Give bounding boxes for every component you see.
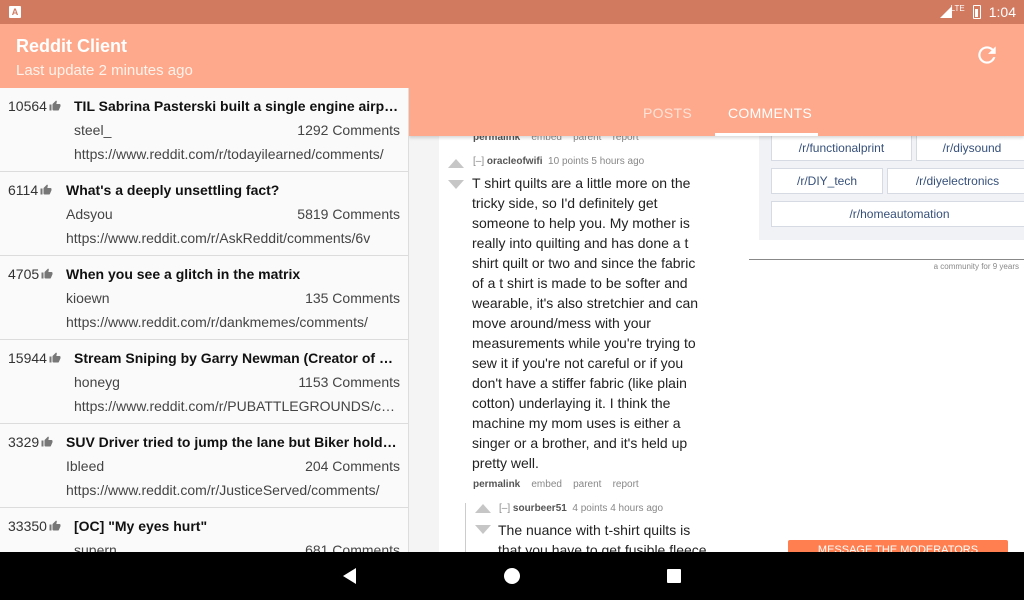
app-title: Reddit Client xyxy=(16,36,127,56)
report-link[interactable]: report xyxy=(613,479,639,490)
list-item[interactable]: 10564 TIL Sabrina Pasterski built a sing… xyxy=(0,88,408,172)
list-item[interactable]: 4705 When you see a glitch in the matrix… xyxy=(0,256,408,340)
post-score: 33350 xyxy=(8,518,61,534)
home-icon[interactable] xyxy=(502,566,522,586)
battery-icon xyxy=(972,5,981,19)
comment-header: [–] oracleofwifi 10 points 5 hours ago xyxy=(473,156,644,167)
subreddit-chip[interactable]: /r/functionalprint xyxy=(771,135,912,161)
reply-author[interactable]: sourbeer51 xyxy=(513,503,567,514)
post-title[interactable]: TIL Sabrina Pasterski built a single eng… xyxy=(74,98,400,114)
parent-link[interactable]: parent xyxy=(573,479,601,490)
subreddit-chip[interactable]: /r/diysound xyxy=(916,135,1024,161)
post-author: Ibleed xyxy=(66,458,105,474)
post-author: honeyg xyxy=(74,374,120,390)
post-score: 6114 xyxy=(8,182,52,198)
post-author: kioewn xyxy=(66,290,110,306)
thumb-up-icon[interactable] xyxy=(40,184,52,196)
subreddit-chip[interactable]: /r/homeautomation xyxy=(771,201,1024,227)
thumb-up-icon[interactable] xyxy=(49,520,61,532)
tab-comments[interactable]: COMMENTS xyxy=(728,105,812,121)
embed-link[interactable]: embed xyxy=(531,479,562,490)
post-comments-count: 204 Comments xyxy=(305,458,400,474)
post-score: 4705 xyxy=(8,266,53,282)
post-author: supern xyxy=(74,542,117,552)
post-author: Adsyou xyxy=(66,206,113,222)
thumb-up-icon[interactable] xyxy=(49,352,61,364)
last-update-text: Last update 2 minutes ago xyxy=(16,62,193,79)
post-url[interactable]: https://www.reddit.com/r/PUBATTLEGROUNDS… xyxy=(74,398,400,414)
refresh-icon[interactable] xyxy=(974,42,1000,68)
vote-arrows-icon[interactable] xyxy=(474,503,492,535)
clock: 1:04 xyxy=(988,4,1016,20)
network-type: LTE xyxy=(950,3,965,13)
post-url[interactable]: https://www.reddit.com/r/JusticeServed/c… xyxy=(66,482,400,498)
comment-meta: 10 points 5 hours ago xyxy=(548,156,645,167)
list-item[interactable]: 6114 What's a deeply unsettling fact? Ad… xyxy=(0,172,408,256)
post-score: 10564 xyxy=(8,98,61,114)
list-item[interactable]: 33350 [OC] "My eyes hurt" supern 681 Com… xyxy=(0,508,408,552)
vote-arrows-icon[interactable] xyxy=(447,158,465,190)
comment-author[interactable]: oracleofwifi xyxy=(487,156,543,167)
post-title[interactable]: What's a deeply unsettling fact? xyxy=(66,182,400,198)
post-title[interactable]: [OC] "My eyes hurt" xyxy=(74,518,400,534)
comments-webview[interactable]: permalink embed parent report [–] oracle… xyxy=(439,88,1024,552)
comment-body: T shirt quilts are a little more on the … xyxy=(472,175,699,471)
post-comments-count: 1153 Comments xyxy=(298,374,400,390)
reply-header: [–] sourbeer51 4 points 4 hours ago xyxy=(499,503,663,514)
post-url[interactable]: https://www.reddit.com/r/todayilearned/c… xyxy=(74,146,400,162)
post-score: 3329 xyxy=(8,434,53,450)
tab-indicator xyxy=(715,133,818,136)
comment-actions: permalink embed parent report xyxy=(473,479,639,490)
post-title[interactable]: When you see a glitch in the matrix xyxy=(66,266,400,282)
post-comments-count: 5819 Comments xyxy=(297,206,400,222)
app-bar: Reddit Client Last update 2 minutes ago xyxy=(0,24,1024,88)
comments-pane: POSTS COMMENTS permalink embed parent re… xyxy=(409,88,1024,552)
thread-line xyxy=(465,503,466,552)
community-age: a community for 9 years xyxy=(933,262,1019,271)
post-comments-count: 135 Comments xyxy=(305,290,400,306)
post-url[interactable]: https://www.reddit.com/r/AskReddit/comme… xyxy=(66,230,400,246)
navigation-bar xyxy=(0,552,1024,600)
posts-list[interactable]: 10564 TIL Sabrina Pasterski built a sing… xyxy=(0,88,409,552)
tab-bar: POSTS COMMENTS xyxy=(409,88,1024,136)
thumb-up-icon[interactable] xyxy=(41,436,53,448)
collapse-toggle[interactable]: [–] xyxy=(473,156,484,167)
message-moderators-button[interactable]: MESSAGE THE MODERATORS xyxy=(788,540,1008,552)
divider xyxy=(749,259,1024,260)
subreddit-sidebar: /r/functionalprint /r/diysound /r/DIY_te… xyxy=(759,128,1024,240)
subreddit-chip[interactable]: /r/diyelectronics xyxy=(887,168,1024,194)
recents-icon[interactable] xyxy=(664,566,684,586)
status-bar: A LTE 1:04 xyxy=(0,0,1024,24)
post-title[interactable]: SUV Driver tried to jump the lane but Bi… xyxy=(66,434,400,450)
post-url[interactable]: https://www.reddit.com/r/dankmemes/comme… xyxy=(66,314,400,330)
thumb-up-icon[interactable] xyxy=(41,268,53,280)
back-icon[interactable] xyxy=(340,566,360,586)
subreddit-chip[interactable]: /r/DIY_tech xyxy=(771,168,883,194)
post-author: steel_ xyxy=(74,122,112,138)
tab-posts[interactable]: POSTS xyxy=(643,105,692,121)
thumb-up-icon[interactable] xyxy=(49,100,61,112)
app-notification-icon: A xyxy=(9,6,21,18)
post-comments-count: 1292 Comments xyxy=(297,122,400,138)
collapse-toggle[interactable]: [–] xyxy=(499,503,510,514)
post-score: 15944 xyxy=(8,350,61,366)
permalink-link[interactable]: permalink xyxy=(473,479,520,490)
list-item[interactable]: 15944 Stream Sniping by Garry Newman (Cr… xyxy=(0,340,408,424)
reply-body: The nuance with t-shirt quilts is that y… xyxy=(498,522,707,552)
post-title[interactable]: Stream Sniping by Garry Newman (Creator … xyxy=(74,350,400,366)
list-item[interactable]: 3329 SUV Driver tried to jump the lane b… xyxy=(0,424,408,508)
reply-meta: 4 points 4 hours ago xyxy=(572,503,664,514)
post-comments-count: 681 Comments xyxy=(305,542,400,552)
